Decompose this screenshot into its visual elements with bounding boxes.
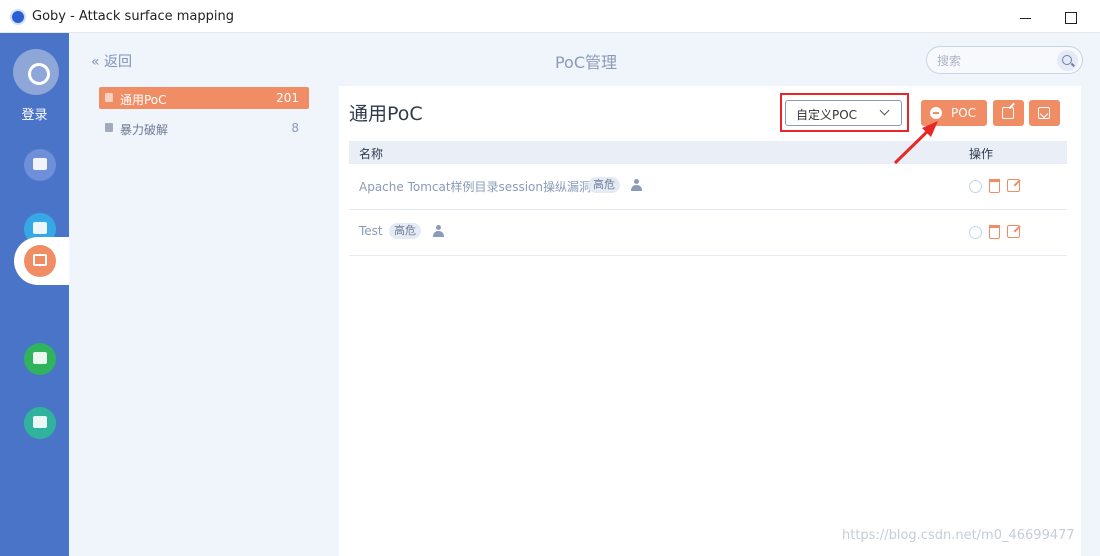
lock-icon: [105, 93, 113, 102]
edit-icon[interactable]: [1007, 225, 1020, 238]
minus-circle-icon: [930, 107, 942, 119]
trash-icon[interactable]: [989, 179, 1000, 193]
rail-extensions-icon[interactable]: [24, 407, 56, 439]
poc-button-label: POC: [951, 106, 977, 120]
export-button[interactable]: [993, 100, 1024, 126]
category-generic-poc[interactable]: 通用PoC 201: [99, 87, 309, 109]
minimize-button[interactable]: [1014, 6, 1038, 28]
back-label: 返回: [104, 54, 133, 70]
avatar[interactable]: [13, 49, 59, 95]
poc-filter-value: 自定义POC: [796, 108, 858, 122]
user-icon: [631, 179, 642, 191]
category-label: 暴力破解: [120, 123, 169, 137]
search-input[interactable]: [937, 52, 1052, 69]
watermark: https://blog.csdn.net/m0_46699477: [842, 528, 1075, 543]
toggle-icon[interactable]: [969, 226, 982, 239]
toggle-icon[interactable]: [969, 180, 982, 193]
severity-badge: 高危: [588, 177, 620, 193]
poc-name[interactable]: Apache Tomcat样例目录session操纵漏洞: [359, 178, 591, 195]
edit-icon[interactable]: [1007, 179, 1020, 192]
category-brute-force[interactable]: 暴力破解 8: [99, 117, 309, 139]
nav-rail: 登录: [0, 33, 69, 556]
rail-poc-icon[interactable]: [24, 245, 56, 277]
rail-scan-icon[interactable]: [24, 149, 56, 181]
row-actions: [967, 222, 1027, 242]
table-row[interactable]: Apache Tomcat样例目录session操纵漏洞 高危: [349, 164, 1067, 210]
search-box: [926, 46, 1083, 74]
title-bar: Goby - Attack surface mapping: [0, 0, 1100, 33]
window-title: Goby - Attack surface mapping: [32, 9, 234, 24]
table-header: 名称 操作: [349, 141, 1067, 164]
panel-title: 通用PoC: [349, 103, 423, 125]
table-row[interactable]: Test 高危: [349, 210, 1067, 256]
severity-badge: 高危: [389, 223, 421, 239]
rail-report-icon[interactable]: [24, 343, 56, 375]
export-icon: [1002, 107, 1014, 119]
poc-filter-select[interactable]: 自定义POC: [785, 100, 902, 126]
goby-logo-icon: [10, 9, 26, 25]
maximize-button[interactable]: [1058, 6, 1082, 28]
page-title: PoC管理: [554, 53, 618, 72]
lock-icon: [105, 123, 113, 132]
login-link[interactable]: 登录: [0, 104, 69, 123]
column-name: 名称: [359, 147, 384, 161]
category-label: 通用PoC: [120, 93, 167, 107]
import-button[interactable]: [1029, 100, 1060, 126]
user-icon: [433, 225, 444, 237]
row-actions: [967, 176, 1027, 196]
remove-poc-button[interactable]: POC: [921, 100, 987, 126]
search-icon[interactable]: [1057, 50, 1078, 71]
column-ops: 操作: [969, 147, 994, 161]
poc-panel: 通用PoC 自定义POC POC 名称 操作 Apache Tomcat样例目录…: [339, 86, 1081, 556]
category-count: 201: [276, 91, 299, 105]
category-count: 8: [291, 121, 299, 135]
chevron-down-icon: [879, 105, 890, 116]
back-link[interactable]: « 返回: [91, 51, 132, 71]
trash-icon[interactable]: [989, 225, 1000, 239]
import-icon: [1038, 107, 1050, 119]
poc-name[interactable]: Test: [359, 224, 383, 238]
